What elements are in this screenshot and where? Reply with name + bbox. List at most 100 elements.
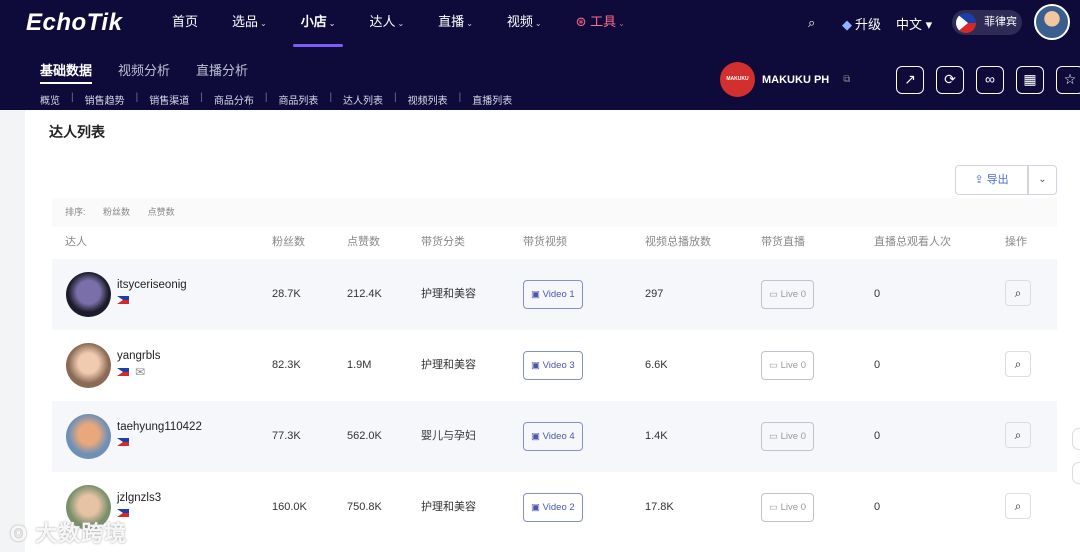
creator-name[interactable]: yangrbls [117,350,160,362]
sort-by-likes[interactable]: 点赞数 [148,207,175,217]
video-button[interactable]: ▣ Video 2 [523,493,583,522]
export-dropdown-button[interactable]: ⌄ [1028,165,1057,195]
search-icon[interactable]: ⌕ [1005,280,1031,306]
creator-avatar[interactable] [66,343,111,388]
nav-label: 首页 [172,14,199,29]
divider: | [200,92,203,103]
share-icon[interactable]: ↗ [896,66,924,94]
column-header: 带货视频 [523,236,567,248]
upgrade-button[interactable]: ◆ 升级 [842,14,881,33]
likes-value: 1.9M [347,359,372,371]
qr-code-icon[interactable]: ▦ [1016,66,1044,94]
divider: | [71,92,74,103]
star-icon[interactable]: ☆ [1056,66,1080,94]
creator-name[interactable]: taehyung110422 [117,421,202,433]
user-avatar[interactable] [1034,4,1070,40]
category-value: 护理和美容 [421,359,476,371]
tab-live-analysis[interactable]: 直播分析 [196,60,248,79]
column-header: 带货直播 [761,236,805,248]
link-creator-list[interactable]: 达人列表 [343,92,383,107]
nav-item-videos[interactable]: 视频 ⌄ [499,14,550,34]
watermark-logo-icon: ʘ [10,521,36,546]
nav-item-live[interactable]: 直播 ⌄ [430,14,481,34]
viewers-value: 0 [874,501,881,513]
nav-item-home[interactable]: 首页 [164,14,206,34]
creator-name[interactable]: itsyceriseonig [117,279,187,291]
side-scroll-handle[interactable] [1072,462,1080,484]
live-button[interactable]: ▭ Live 0 [761,422,814,451]
video-button[interactable]: ▣ Video 3 [523,351,583,380]
copy-icon[interactable]: ⧉ [843,74,850,85]
chevron-down-icon: ⌄ [328,19,336,28]
watermark: ʘ 大数跨境 [10,516,127,548]
region-select[interactable]: 菲律宾 [952,10,1022,35]
upgrade-label: 升级 [855,17,882,32]
video-label: Video 3 [542,360,575,371]
link-sales-trend[interactable]: 销售趋势 [85,92,125,107]
creator-name[interactable]: jzlgnzls3 [117,492,161,504]
chevron-down-icon: ⌄ [1038,174,1047,185]
tab-video-analysis[interactable]: 视频分析 [118,60,170,79]
chevron-down-icon: ⌄ [397,19,405,28]
nav-item-products[interactable]: 选品 ⌄ [224,14,275,34]
live-button[interactable]: ▭ Live 0 [761,351,814,380]
live-icon: ▭ [769,289,781,300]
video-button[interactable]: ▣ Video 4 [523,422,583,451]
search-icon[interactable]: ⌕ [808,15,815,31]
table-row[interactable]: itsyceriseonig 28.7K 212.4K 护理和美容 ▣ Vide… [52,259,1057,330]
echotik-logo[interactable]: EchoTik [26,9,122,37]
plays-value: 17.8K [645,501,674,513]
nav-item-creators[interactable]: 达人 ⌄ [361,14,412,34]
chevron-down-icon: ⌄ [534,19,542,28]
sort-by-followers[interactable]: 粉丝数 [103,207,130,217]
mail-icon[interactable]: ✉ [135,366,145,378]
link-sales-channel[interactable]: 销售渠道 [149,92,189,107]
live-icon: ▭ [769,502,781,513]
link-product-distribution[interactable]: 商品分布 [214,92,254,107]
plays-value: 1.4K [645,430,668,442]
video-button[interactable]: ▣ Video 1 [523,280,583,309]
side-scroll-handle[interactable] [1072,428,1080,450]
creator-meta [117,296,129,304]
link-icon[interactable]: ∞ [976,66,1004,94]
live-button[interactable]: ▭ Live 0 [761,493,814,522]
category-value: 护理和美容 [421,501,476,513]
nav-item-tools[interactable]: ⊛ 工具 ⌄ [568,14,633,34]
section-links: 概览 | 销售趋势 | 销售渠道 | 商品分布 | 商品列表 | 达人列表 | 视频列表 | … [40,92,512,107]
refresh-icon[interactable]: ⟳ [936,66,964,94]
creator-avatar[interactable] [66,414,111,459]
video-icon: ▣ [531,502,543,513]
link-live-list[interactable]: 直播列表 [472,92,512,107]
link-product-list[interactable]: 商品列表 [278,92,318,107]
table-row[interactable]: jzlgnzls3 160.0K 750.8K 护理和美容 ▣ Video 2 … [52,472,1057,543]
link-overview[interactable]: 概览 [40,92,60,107]
search-icon[interactable]: ⌕ [1005,493,1031,519]
live-button[interactable]: ▭ Live 0 [761,280,814,309]
top-navigation-bar: EchoTik 首页 选品 ⌄ 小店 ⌄ 达人 ⌄ 直播 ⌄ 视频 ⌄ ⊛ 工具 ⌄ ⌕ ◆… [0,0,1080,110]
table-row[interactable]: yangrbls ✉ 82.3K 1.9M 护理和美容 ▣ Video 3 6.… [52,330,1057,401]
table-row[interactable]: taehyung110422 77.3K 562.0K 婴儿与孕妇 ▣ Vide… [52,401,1057,472]
nav-label: 选品 [232,14,259,29]
viewers-value: 0 [874,359,881,371]
language-select[interactable]: 中文 ▾ [896,14,932,33]
region-label: 菲律宾 [984,16,1017,28]
followers-value: 28.7K [272,288,301,300]
export-icon: ⇪ [974,174,987,186]
export-label: 导出 [986,174,1009,186]
creator-avatar[interactable] [66,272,111,317]
link-video-list[interactable]: 视频列表 [408,92,448,107]
table-header: 达人 粉丝数 点赞数 带货分类 带货视频 视频总播放数 带货直播 直播总观看人次… [52,228,1057,258]
search-icon[interactable]: ⌕ [1005,351,1031,377]
category-value: 婴儿与孕妇 [421,430,476,442]
search-icon[interactable]: ⌕ [1005,422,1031,448]
nav-label: 达人 [369,14,396,29]
export-button[interactable]: ⇪ 导出 [955,165,1028,195]
column-header: 直播总观看人次 [874,236,951,248]
live-label: Live 0 [780,431,806,442]
diamond-icon: ◆ [842,17,852,32]
sort-label: 排序: [65,207,86,217]
viewers-value: 0 [874,430,881,442]
tab-basic-data[interactable]: 基础数据 [40,60,93,84]
tools-icon: ⊛ [575,14,591,29]
nav-item-shops[interactable]: 小店 ⌄ [292,14,344,47]
